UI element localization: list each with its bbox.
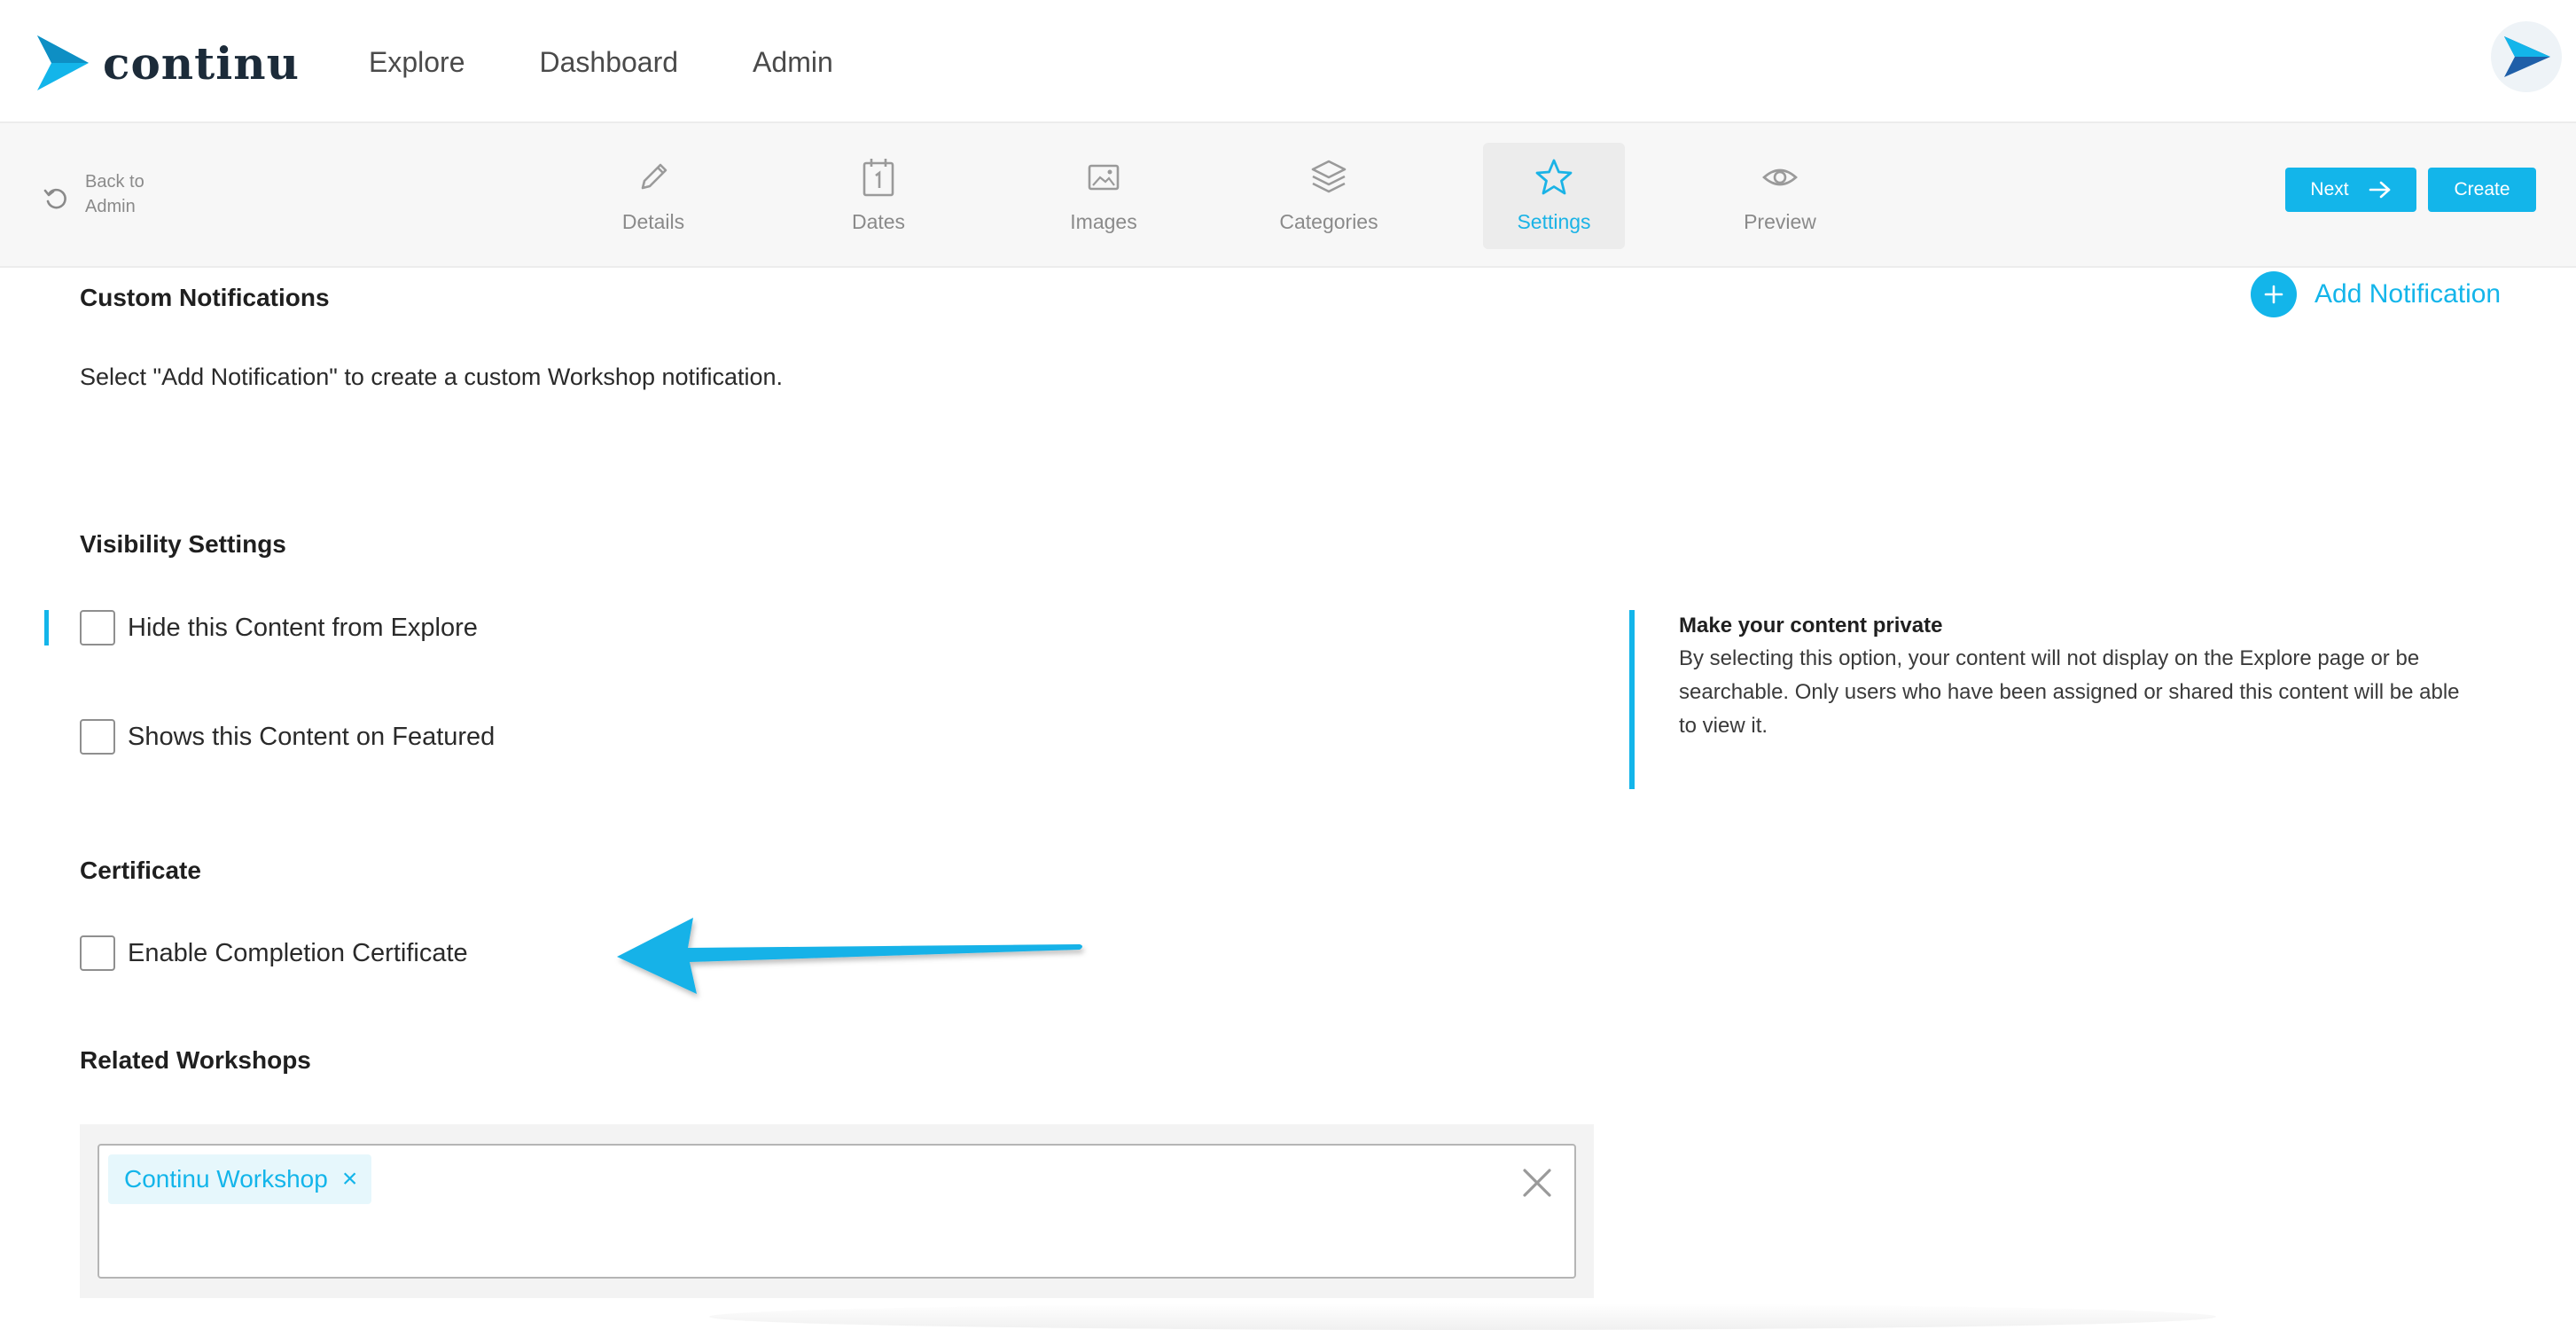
tab-preview[interactable]: Preview	[1709, 143, 1851, 249]
info-line-2: searchable. Only users who have been ass…	[1679, 680, 2460, 704]
back-to-admin-link[interactable]: Back to Admin	[43, 169, 165, 219]
tab-details-label: Details	[621, 210, 685, 233]
back-link-text: Back to Admin	[85, 169, 165, 219]
hide-from-explore-option[interactable]: Hide this Content from Explore	[80, 610, 478, 645]
completion-certificate-label: Enable Completion Certificate	[128, 938, 468, 967]
tab-images-label: Images	[1070, 210, 1137, 233]
top-navigation: continu Explore Dashboard Admin	[0, 0, 2576, 123]
certificate-heading: Certificate	[80, 857, 201, 884]
workshop-tag: Continu Workshop ×	[108, 1154, 372, 1204]
editor-tabs: Details Dates Images Categories Settings…	[0, 123, 2576, 268]
private-content-info: Make your content private By selecting t…	[1629, 610, 2525, 789]
clear-all-icon[interactable]	[1518, 1163, 1557, 1207]
info-body: By selecting this option, your content w…	[1679, 642, 2525, 743]
focus-indicator	[44, 610, 49, 645]
main-nav: Explore Dashboard Admin	[369, 39, 908, 85]
annotation-arrow-icon	[617, 918, 1082, 994]
tab-settings-label: Settings	[1517, 210, 1591, 233]
remove-tag-icon[interactable]: ×	[342, 1166, 358, 1193]
tab-categories[interactable]: Categories	[1258, 143, 1400, 249]
tab-dates[interactable]: Dates	[808, 143, 949, 249]
hide-from-explore-checkbox[interactable]	[80, 610, 115, 645]
back-line-2: Admin	[85, 197, 136, 216]
tab-categories-label: Categories	[1279, 210, 1378, 233]
star-icon	[1533, 153, 1575, 201]
custom-notifications-heading: Custom Notifications	[80, 284, 330, 311]
info-line-3: to view it.	[1679, 714, 1768, 738]
tab-dates-label: Dates	[851, 210, 906, 233]
bottom-shadow	[709, 1303, 2216, 1330]
tab-settings[interactable]: Settings	[1483, 143, 1625, 249]
continu-logo[interactable]: continu	[35, 32, 300, 94]
tab-images[interactable]: Images	[1033, 143, 1175, 249]
calendar-icon	[859, 153, 898, 201]
back-line-1: Back to	[85, 172, 144, 192]
eye-icon	[1759, 153, 1801, 201]
tab-preview-label: Preview	[1744, 210, 1816, 233]
related-workshops-heading: Related Workshops	[80, 1046, 311, 1074]
show-on-featured-checkbox[interactable]	[80, 719, 115, 755]
image-icon	[1084, 153, 1123, 201]
hide-from-explore-label: Hide this Content from Explore	[128, 613, 478, 642]
workshop-tag-label: Continu Workshop	[124, 1165, 328, 1193]
add-notification-button[interactable]: Add Notification	[2251, 271, 2501, 317]
plus-icon	[2251, 271, 2297, 317]
add-notification-label: Add Notification	[2314, 279, 2502, 309]
nav-dashboard[interactable]: Dashboard	[540, 46, 679, 79]
logo-wordmark: continu	[103, 36, 300, 90]
history-back-icon	[43, 188, 66, 209]
show-on-featured-option[interactable]: Shows this Content on Featured	[80, 719, 495, 755]
create-button[interactable]: Create	[2428, 168, 2536, 212]
related-workshops-input[interactable]: Continu Workshop ×	[98, 1144, 1576, 1279]
next-button-label: Next	[2310, 179, 2349, 200]
user-avatar[interactable]	[2491, 21, 2562, 92]
layers-icon	[1308, 153, 1350, 201]
continu-logo-mark	[37, 35, 89, 90]
completion-certificate-option[interactable]: Enable Completion Certificate	[80, 935, 468, 971]
completion-certificate-checkbox[interactable]	[80, 935, 115, 971]
pencil-icon	[634, 153, 673, 201]
info-title: Make your content private	[1679, 614, 1943, 638]
nav-admin[interactable]: Admin	[753, 46, 833, 79]
arrow-right-icon	[2369, 181, 2390, 199]
notifications-description: Select "Add Notification" to create a cu…	[80, 364, 784, 390]
editor-toolbar: Back to Admin Details Dates Images Categ…	[0, 123, 2576, 268]
visibility-settings-heading: Visibility Settings	[80, 530, 286, 558]
related-workshops-panel: Continu Workshop ×	[80, 1124, 1594, 1298]
nav-explore[interactable]: Explore	[369, 46, 465, 79]
info-line-1: By selecting this option, your content w…	[1679, 646, 2420, 670]
show-on-featured-label: Shows this Content on Featured	[128, 722, 496, 751]
next-button[interactable]: Next	[2285, 168, 2416, 212]
avatar-logo-icon	[2504, 36, 2550, 77]
tab-details[interactable]: Details	[582, 143, 724, 249]
